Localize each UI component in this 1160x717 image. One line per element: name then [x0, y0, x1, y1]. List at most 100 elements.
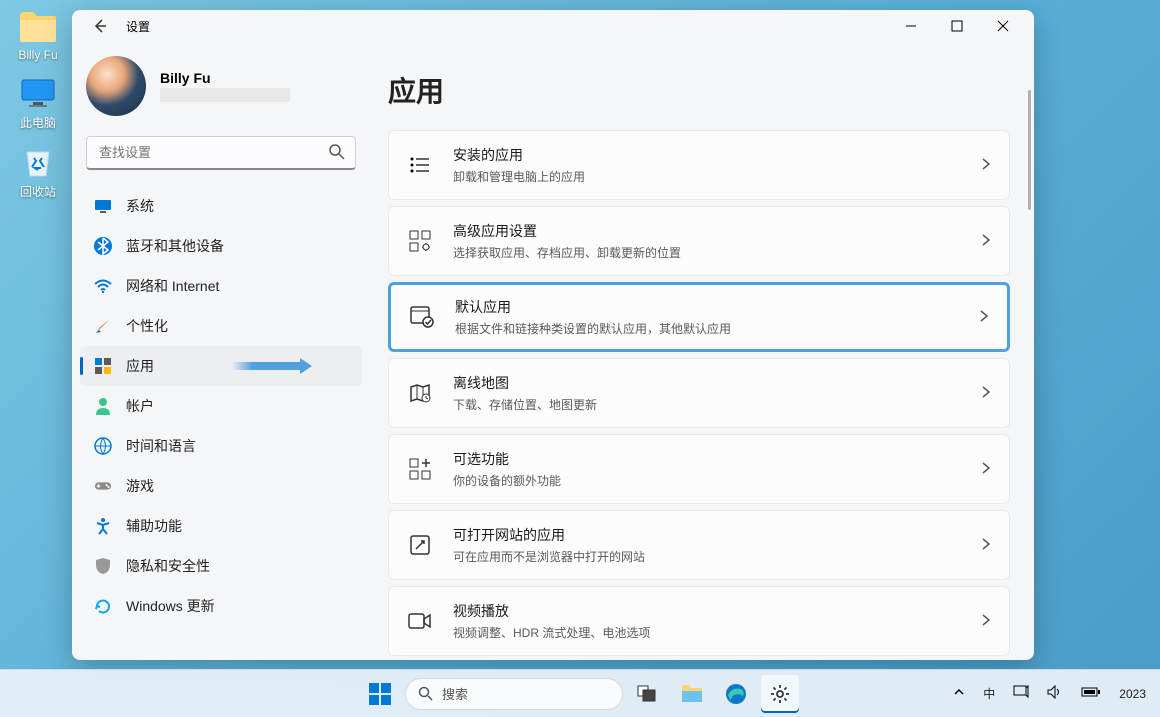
tray-overflow-icon[interactable] [949, 684, 969, 703]
card-video[interactable]: 视频播放视频调整、HDR 流式处理、电池选项 [388, 586, 1010, 656]
close-button[interactable] [980, 10, 1026, 42]
card-subtitle: 视频调整、HDR 流式处理、电池选项 [453, 624, 981, 641]
edge-button[interactable] [717, 675, 755, 713]
taskbar-search[interactable]: 搜索 [405, 678, 623, 710]
pointer-arrow [232, 362, 302, 370]
sidebar-item-gaming[interactable]: 游戏 [80, 466, 362, 506]
card-subtitle: 根据文件和链接种类设置的默认应用，其他默认应用 [455, 320, 979, 337]
window-title: 设置 [126, 18, 150, 35]
battery-icon[interactable] [1077, 684, 1105, 703]
card-subtitle: 选择获取应用、存档应用、卸载更新的位置 [453, 244, 981, 261]
taskbar-search-placeholder: 搜索 [442, 684, 468, 703]
card-subtitle: 下载、存储位置、地图更新 [453, 396, 981, 413]
sidebar-item-label: 个性化 [126, 316, 168, 336]
sidebar-item-privacy[interactable]: 隐私和安全性 [80, 546, 362, 586]
chevron-right-icon [981, 385, 991, 402]
card-website[interactable]: 可打开网站的应用可在应用而不是浏览器中打开的网站 [388, 510, 1010, 580]
profile-name: Billy Fu [160, 70, 290, 86]
update-icon [94, 597, 112, 615]
desktop-icon-thispc[interactable]: 此电脑 [8, 74, 68, 131]
card-default[interactable]: 默认应用根据文件和链接种类设置的默认应用，其他默认应用 [388, 282, 1010, 352]
sidebar-item-label: 帐户 [126, 396, 154, 416]
sidebar-item-personalize[interactable]: 个性化 [80, 306, 362, 346]
sidebar-item-label: 时间和语言 [126, 436, 196, 456]
back-button[interactable] [90, 16, 110, 36]
search-icon [418, 686, 434, 702]
ime-indicator[interactable]: 中 [979, 683, 999, 704]
sidebar-item-system[interactable]: 系统 [80, 186, 362, 226]
thispc-icon [18, 74, 58, 112]
sidebar-item-label: 游戏 [126, 476, 154, 496]
settings-button[interactable] [761, 675, 799, 713]
card-title: 视频播放 [453, 601, 981, 621]
sidebar-item-time[interactable]: 时间和语言 [80, 426, 362, 466]
sidebar-item-label: 蓝牙和其他设备 [126, 236, 224, 256]
folder-icon [18, 8, 58, 46]
brush-icon [94, 317, 112, 335]
system-icon [94, 197, 112, 215]
desktop-icon-label: Billy Fu [8, 48, 68, 62]
map-icon [407, 380, 433, 406]
sidebar-item-bluetooth[interactable]: 蓝牙和其他设备 [80, 226, 362, 266]
search-input[interactable] [86, 136, 356, 170]
clock[interactable]: 2023 [1115, 685, 1150, 703]
globe-icon [94, 437, 112, 455]
maximize-button[interactable] [934, 10, 980, 42]
desktop-icon-folder[interactable]: Billy Fu [8, 8, 68, 62]
avatar [86, 56, 146, 116]
card-title: 默认应用 [455, 297, 979, 317]
desktop-icon-label: 此电脑 [8, 114, 68, 131]
chevron-right-icon [981, 537, 991, 554]
card-list[interactable]: 安装的应用卸载和管理电脑上的应用 [388, 130, 1010, 200]
search-icon [328, 143, 346, 164]
content: 应用 安装的应用卸载和管理电脑上的应用高级应用设置选择获取应用、存档应用、卸载更… [372, 42, 1034, 660]
page-title: 应用 [388, 70, 1014, 110]
sidebar-item-label: 系统 [126, 196, 154, 216]
profile-email-redacted [160, 88, 290, 102]
card-title: 高级应用设置 [453, 221, 981, 241]
start-button[interactable] [361, 675, 399, 713]
person-icon [94, 397, 112, 415]
volume-icon[interactable] [1043, 683, 1067, 704]
card-optional[interactable]: 可选功能你的设备的额外功能 [388, 434, 1010, 504]
card-subtitle: 卸载和管理电脑上的应用 [453, 168, 981, 185]
chevron-right-icon [981, 461, 991, 478]
network-icon[interactable] [1009, 683, 1033, 704]
shield-icon [94, 557, 112, 575]
sidebar-item-accounts[interactable]: 帐户 [80, 386, 362, 426]
wifi-icon [94, 277, 112, 295]
card-adv[interactable]: 高级应用设置选择获取应用、存档应用、卸载更新的位置 [388, 206, 1010, 276]
sidebar-item-update[interactable]: Windows 更新 [80, 586, 362, 626]
desktop-icon-recyclebin[interactable]: 回收站 [8, 143, 68, 200]
bluetooth-icon [94, 237, 112, 255]
explorer-button[interactable] [673, 675, 711, 713]
settings-window: 设置 Billy Fu 系统蓝牙和其他设备网络和 Internet个性化应用帐户… [72, 10, 1034, 660]
titlebar: 设置 [72, 10, 1034, 42]
nav: 系统蓝牙和其他设备网络和 Internet 个性化应用帐户时间和语言游戏辅助功能隐… [80, 186, 362, 660]
recyclebin-icon [18, 143, 58, 181]
profile[interactable]: Billy Fu [80, 42, 362, 136]
sidebar-item-apps[interactable]: 应用 [80, 346, 362, 386]
optional-icon [407, 456, 433, 482]
website-icon [407, 532, 433, 558]
scrollbar[interactable] [1028, 90, 1031, 210]
sidebar-item-label: Windows 更新 [126, 596, 215, 616]
sidebar-item-network[interactable]: 网络和 Internet [80, 266, 362, 306]
sidebar-item-label: 辅助功能 [126, 516, 182, 536]
sidebar-item-label: 隐私和安全性 [126, 556, 210, 576]
sidebar-item-accessibility[interactable]: 辅助功能 [80, 506, 362, 546]
windows-logo-icon [369, 683, 391, 705]
taskview-button[interactable] [629, 675, 667, 713]
desktop: Billy Fu 此电脑 回收站 [0, 0, 76, 220]
sidebar-item-label: 网络和 Internet [126, 276, 219, 296]
chevron-right-icon [979, 309, 989, 326]
card-title: 可打开网站的应用 [453, 525, 981, 545]
card-map[interactable]: 离线地图下载、存储位置、地图更新 [388, 358, 1010, 428]
adv-icon [407, 228, 433, 254]
apps-icon [94, 357, 112, 375]
minimize-button[interactable] [888, 10, 934, 42]
card-subtitle: 可在应用而不是浏览器中打开的网站 [453, 548, 981, 565]
taskbar: 搜索 中 2023 [0, 669, 1160, 717]
card-subtitle: 你的设备的额外功能 [453, 472, 981, 489]
system-tray: 中 2023 [949, 683, 1150, 704]
